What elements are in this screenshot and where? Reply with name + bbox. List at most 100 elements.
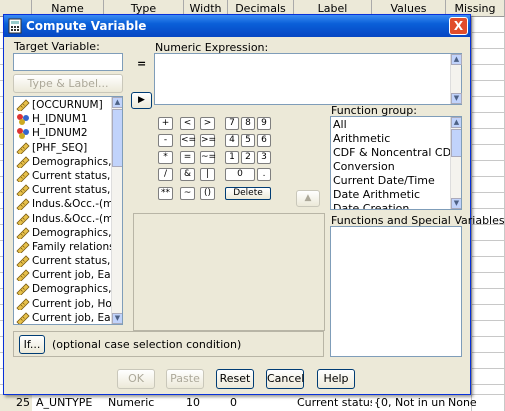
parentheses-key[interactable]: () xyxy=(200,187,215,200)
if-condition-label: (optional case selection condition) xyxy=(52,338,242,351)
scroll-down-icon[interactable]: ▼ xyxy=(112,313,122,324)
insert-function-button[interactable]: ▲ xyxy=(296,190,320,207)
digit-9-key[interactable]: 9 xyxy=(257,117,271,130)
expression-scrollbar[interactable]: ▲ ▼ xyxy=(450,54,462,104)
not-equals-key[interactable]: ~= xyxy=(200,151,216,164)
function-group-scrollbar[interactable]: ▲ ▼ xyxy=(450,117,461,209)
cell-name[interactable]: A_UNTYPE xyxy=(36,395,104,411)
list-item[interactable]: Demographics, Age xyxy=(14,155,122,169)
greater-than-key[interactable]: > xyxy=(200,117,215,130)
cell-values[interactable]: {0, Not in univ xyxy=(374,395,446,411)
list-item[interactable]: Current status, clas xyxy=(14,183,122,197)
table-row[interactable]: 25 A_UNTYPE Numeric 10 0 Current status,… xyxy=(0,395,505,411)
ruler-icon xyxy=(16,241,30,253)
move-variable-button[interactable]: ▶ xyxy=(131,92,152,109)
less-than-key[interactable]: < xyxy=(180,117,195,130)
list-item[interactable]: Family relationship xyxy=(14,240,122,254)
scroll-thumb[interactable] xyxy=(451,129,461,157)
scroll-down-icon[interactable]: ▼ xyxy=(451,198,461,209)
list-item-label: Current job, Earnin xyxy=(32,269,123,282)
ruler-icon xyxy=(16,184,30,197)
ruler-icon xyxy=(16,255,30,268)
and-key[interactable]: & xyxy=(180,168,195,181)
dialog-titlebar[interactable]: Compute Variable X xyxy=(4,15,470,37)
minus-key[interactable]: - xyxy=(158,134,173,147)
function-group-item[interactable]: Arithmetic xyxy=(331,132,461,146)
cell-label[interactable]: Current status, xyxy=(297,395,372,411)
list-item-label: H_IDNUM1 xyxy=(32,113,88,126)
function-group-list[interactable]: All Arithmetic CDF & Noncentral CDF Convers… xyxy=(330,116,462,210)
digit-5-key[interactable]: 5 xyxy=(241,134,255,147)
multiply-key[interactable]: * xyxy=(158,151,173,164)
list-item-label: [PHF_SEQ] xyxy=(32,141,88,154)
type-label-button[interactable]: Type & Label... xyxy=(13,74,123,93)
list-item[interactable]: Current status, Civi xyxy=(14,169,122,183)
decimal-key[interactable]: . xyxy=(257,168,271,181)
list-item[interactable]: [OCCURNUM] xyxy=(14,98,122,112)
function-group-item[interactable]: Current Date/Time xyxy=(331,174,461,188)
close-button[interactable]: X xyxy=(449,17,468,35)
cell-decimals[interactable]: 0 xyxy=(230,395,294,411)
scroll-thumb[interactable] xyxy=(112,109,122,167)
scroll-up-icon[interactable]: ▲ xyxy=(451,117,461,128)
list-item[interactable]: [PHF_SEQ] xyxy=(14,141,122,155)
scroll-up-icon[interactable]: ▲ xyxy=(451,54,462,65)
list-item[interactable]: Indus.&Occ.-(main xyxy=(14,197,122,211)
ruler-icon xyxy=(16,312,30,324)
ruler-icon xyxy=(16,283,30,296)
digit-7-key[interactable]: 7 xyxy=(225,117,239,130)
list-item[interactable]: Demographics, Edu xyxy=(14,282,122,296)
list-item[interactable]: Current job, Earnin xyxy=(14,268,122,282)
digit-4-key[interactable]: 4 xyxy=(225,134,239,147)
digit-2-key[interactable]: 2 xyxy=(241,151,255,164)
power-key[interactable]: ** xyxy=(158,187,173,200)
digit-8-key[interactable]: 8 xyxy=(241,117,255,130)
list-item[interactable]: H_IDNUM2 xyxy=(14,126,122,140)
list-item[interactable]: Current job, Earnin xyxy=(14,311,123,324)
function-group-item[interactable]: All xyxy=(331,118,461,132)
list-item-label: Demographics, Age xyxy=(32,155,122,168)
list-item[interactable]: Demographics, Re xyxy=(14,226,122,240)
numeric-expression-input[interactable]: ▲ ▼ xyxy=(154,53,462,105)
variable-list[interactable]: [OCCURNUM] H_IDNUM1 H_IDNUM2 [PHF_SEQ] Demog… xyxy=(13,96,123,325)
list-item[interactable]: Current job, Hours xyxy=(14,297,122,311)
scroll-up-icon[interactable]: ▲ xyxy=(112,97,122,108)
plus-key[interactable]: + xyxy=(158,117,173,130)
paste-button[interactable]: Paste xyxy=(166,369,204,389)
list-item-label: Current status, Full xyxy=(32,255,123,268)
cell-type[interactable]: Numeric xyxy=(108,395,184,411)
function-group-item[interactable]: Date Creation xyxy=(331,202,461,209)
greater-equal-key[interactable]: >= xyxy=(200,134,216,147)
list-item[interactable]: Indus.&Occ.-(main xyxy=(14,212,122,226)
or-key[interactable]: | xyxy=(200,168,215,181)
cell-width[interactable]: 10 xyxy=(186,395,228,411)
functions-list[interactable] xyxy=(330,226,462,357)
ok-button[interactable]: OK xyxy=(117,369,155,389)
delete-key[interactable]: Delete xyxy=(225,187,271,200)
digit-3-key[interactable]: 3 xyxy=(257,151,271,164)
less-equal-key[interactable]: <= xyxy=(180,134,196,147)
scroll-down-icon[interactable]: ▼ xyxy=(451,93,462,104)
variable-list-scrollbar[interactable]: ▲ ▼ xyxy=(111,97,122,324)
digit-6-key[interactable]: 6 xyxy=(257,134,271,147)
not-key[interactable]: ~ xyxy=(180,187,195,200)
function-group-item[interactable]: CDF & Noncentral CDF xyxy=(331,146,461,160)
target-variable-input[interactable] xyxy=(13,53,123,71)
cancel-button[interactable]: Cancel xyxy=(266,369,304,389)
compute-variable-dialog: Compute Variable X Target Variable: = Ty… xyxy=(3,14,505,395)
cell-missing[interactable]: None xyxy=(448,395,505,411)
list-item-label: Current job, Earnin xyxy=(32,311,123,324)
equals-key[interactable]: = xyxy=(180,151,195,164)
list-item[interactable]: H_IDNUM1 xyxy=(14,112,122,126)
function-group-item[interactable]: Date Arithmetic xyxy=(331,188,461,202)
function-group-item[interactable]: Conversion xyxy=(331,160,461,174)
digit-1-key[interactable]: 1 xyxy=(225,151,239,164)
if-button[interactable]: If... xyxy=(19,335,45,354)
calculator-icon xyxy=(8,18,22,34)
digit-0-key[interactable]: 0 xyxy=(225,168,255,181)
reset-button[interactable]: Reset xyxy=(216,369,254,389)
ruler-icon xyxy=(16,227,30,239)
divide-key[interactable]: / xyxy=(158,168,173,181)
list-item[interactable]: Current status, Full xyxy=(14,254,122,268)
help-button[interactable]: Help xyxy=(317,369,355,389)
